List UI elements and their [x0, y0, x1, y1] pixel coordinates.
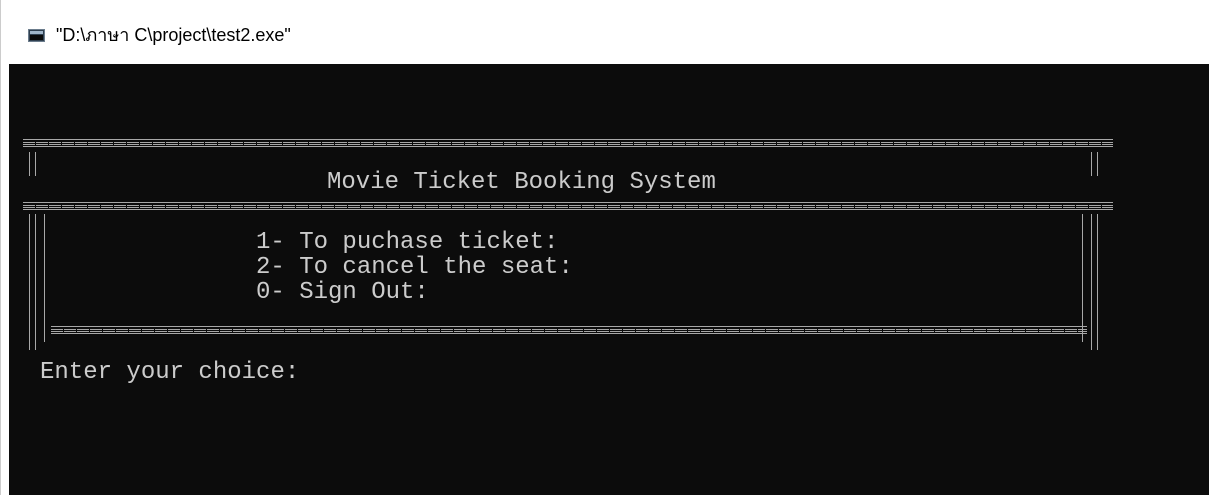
header-top-border	[23, 139, 1113, 147]
menu-left-border-inner	[38, 214, 45, 342]
input-prompt: Enter your choice:	[40, 359, 300, 386]
menu-item-cancel: 2- To cancel the seat:	[256, 254, 573, 281]
header-left-border	[29, 152, 36, 176]
menu-right-border-outer	[1091, 214, 1098, 350]
header-right-border	[1091, 152, 1098, 176]
menu-right-border-inner	[1082, 214, 1089, 342]
console-window-icon[interactable]	[28, 29, 45, 42]
menu-item-sign-out: 0- Sign Out:	[256, 279, 429, 306]
console-output-area[interactable]: Movie Ticket Booking System 1- To puchas…	[9, 64, 1209, 495]
menu-left-border-outer	[29, 214, 36, 350]
menu-item-purchase: 1- To puchase ticket:	[256, 229, 559, 256]
menu-bottom-border	[51, 326, 1087, 334]
window-title: "D:\ภาษา C\project\test2.exe"	[56, 25, 291, 45]
header-bottom-border	[23, 202, 1113, 210]
header-title: Movie Ticket Booking System	[327, 169, 716, 196]
console-window: "D:\ภาษา C\project\test2.exe" Movie Tick…	[0, 0, 1209, 495]
title-bar[interactable]: "D:\ภาษา C\project\test2.exe"	[1, 0, 1209, 64]
